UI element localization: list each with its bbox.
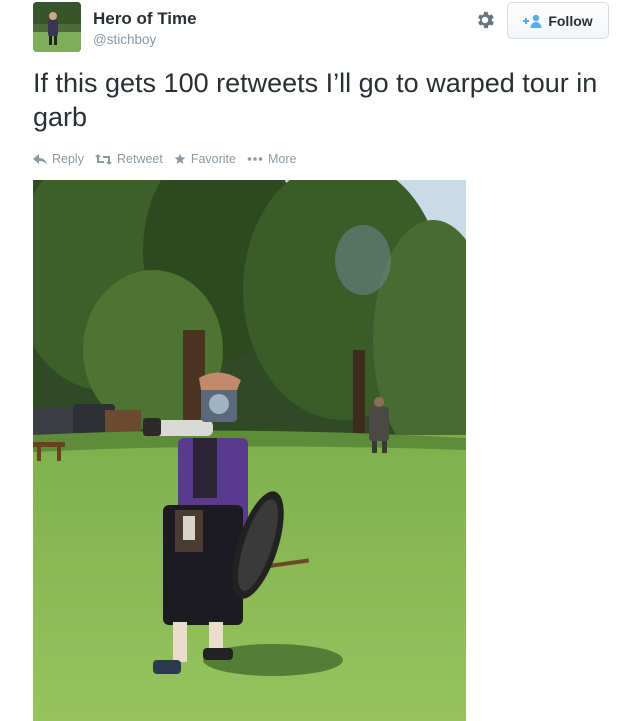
- reply-icon: [33, 153, 47, 165]
- add-user-icon: [523, 14, 543, 28]
- more-label: More: [267, 152, 297, 166]
- user-name[interactable]: Hero of Time: [93, 9, 197, 29]
- retweet-label: Retweet: [116, 152, 163, 166]
- tweet-text: If this gets 100 retweets I’ll go to war…: [33, 68, 598, 132]
- reply-label: Reply: [52, 152, 84, 166]
- user-handle[interactable]: @stichboy: [93, 32, 156, 47]
- retweet-icon: [94, 153, 112, 165]
- star-icon: [174, 153, 186, 164]
- retweet-action[interactable]: Retweet: [94, 152, 163, 166]
- follow-button[interactable]: Follow: [507, 2, 609, 39]
- favorite-action[interactable]: Favorite: [174, 152, 236, 166]
- favorite-label: Favorite: [190, 152, 236, 166]
- more-action[interactable]: More: [247, 152, 296, 166]
- follow-button-label: Follow: [548, 12, 593, 29]
- tweet-photo[interactable]: [33, 180, 466, 721]
- photo-image: [33, 180, 466, 721]
- reply-action[interactable]: Reply: [33, 152, 84, 166]
- avatar-image: [33, 2, 81, 52]
- gear-icon[interactable]: [474, 9, 496, 31]
- avatar[interactable]: [33, 2, 81, 52]
- more-dots-icon: [247, 157, 263, 161]
- tweet-actions: Reply Retweet Favorite More: [33, 152, 296, 166]
- tweet-card: Hero of Time @stichboy Follow If this ge…: [0, 0, 640, 721]
